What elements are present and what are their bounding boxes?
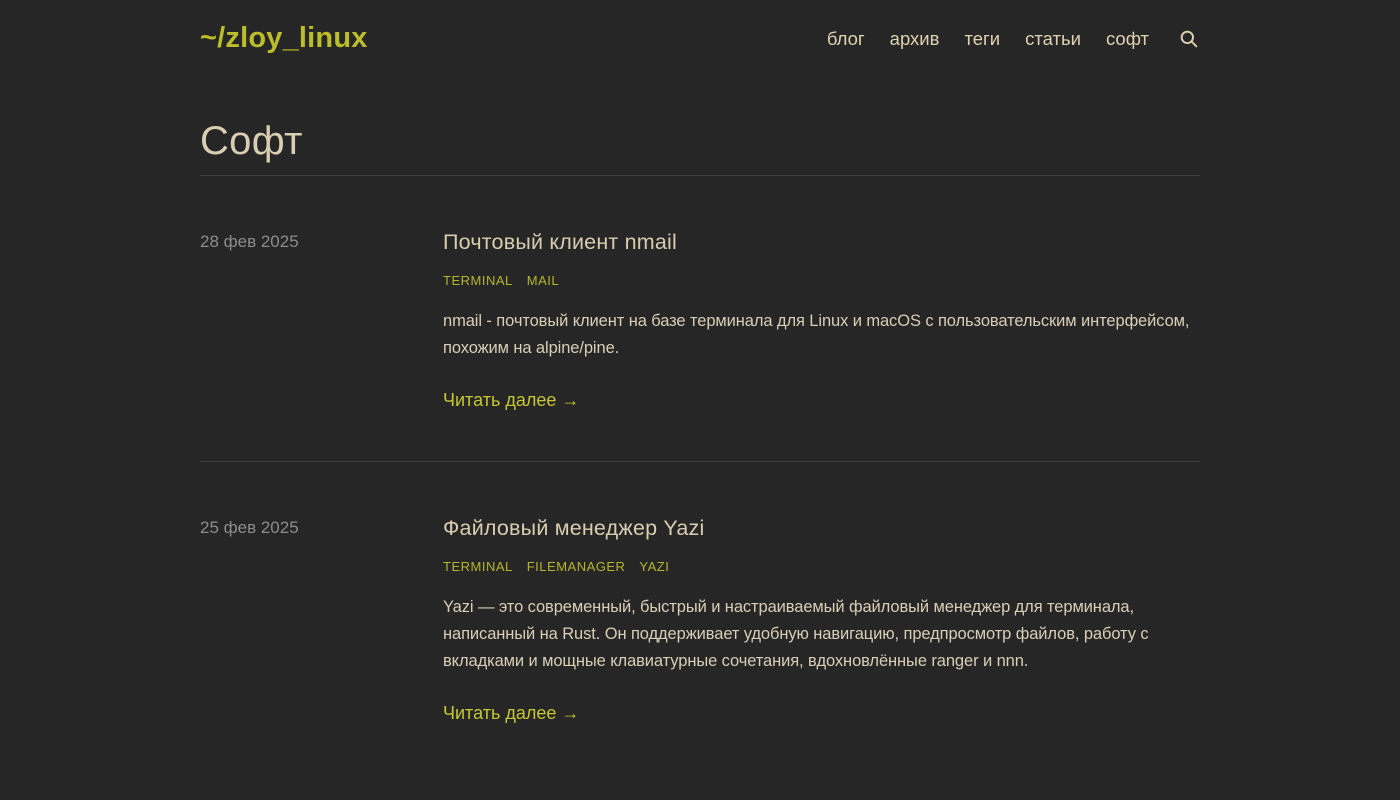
post-tags: TERMINAL MAIL — [443, 273, 1200, 288]
tag-terminal[interactable]: TERMINAL — [443, 559, 513, 574]
nav-item-archive[interactable]: архив — [890, 28, 940, 50]
read-more-link[interactable]: Читать далее → — [443, 390, 579, 411]
tag-mail[interactable]: MAIL — [527, 273, 559, 288]
post-item-yazi: 25 фев 2025 Файловый менеджер Yazi TERMI… — [200, 462, 1200, 774]
nav-item-tags[interactable]: теги — [964, 28, 1000, 50]
search-button[interactable] — [1178, 28, 1200, 50]
read-more-link[interactable]: Читать далее → — [443, 703, 579, 724]
tag-filemanager[interactable]: FILEMANAGER — [527, 559, 626, 574]
post-summary: nmail - почтовый клиент на базе терминал… — [443, 308, 1200, 362]
post-tags: TERMINAL FILEMANAGER YAZI — [443, 559, 1200, 574]
main-content: Софт 28 фев 2025 Почтовый клиент nmail T… — [200, 121, 1200, 774]
page-title: Софт — [200, 121, 1200, 161]
search-icon — [1178, 28, 1200, 50]
site-header: ~/zloy_linux блог архив теги статьи софт — [0, 0, 1400, 55]
post-date: 25 фев 2025 — [200, 515, 443, 724]
site-title-link[interactable]: ~/zloy_linux — [200, 22, 368, 55]
nav-item-blog[interactable]: блог — [827, 28, 865, 50]
nav-item-soft[interactable]: софт — [1106, 28, 1149, 50]
post-date: 28 фев 2025 — [200, 229, 443, 411]
main-nav: блог архив теги статьи софт — [827, 28, 1200, 50]
post-title-link[interactable]: Файловый менеджер Yazi — [443, 515, 1200, 542]
tag-yazi[interactable]: YAZI — [639, 559, 669, 574]
tag-terminal[interactable]: TERMINAL — [443, 273, 513, 288]
nav-item-articles[interactable]: статьи — [1025, 28, 1081, 50]
post-item-nmail: 28 фев 2025 Почтовый клиент nmail TERMIN… — [200, 176, 1200, 462]
post-body: Файловый менеджер Yazi TERMINAL FILEMANA… — [443, 515, 1200, 724]
post-body: Почтовый клиент nmail TERMINAL MAIL nmai… — [443, 229, 1200, 411]
post-title-link[interactable]: Почтовый клиент nmail — [443, 229, 1200, 256]
post-summary: Yazi — это современный, быстрый и настра… — [443, 594, 1200, 675]
